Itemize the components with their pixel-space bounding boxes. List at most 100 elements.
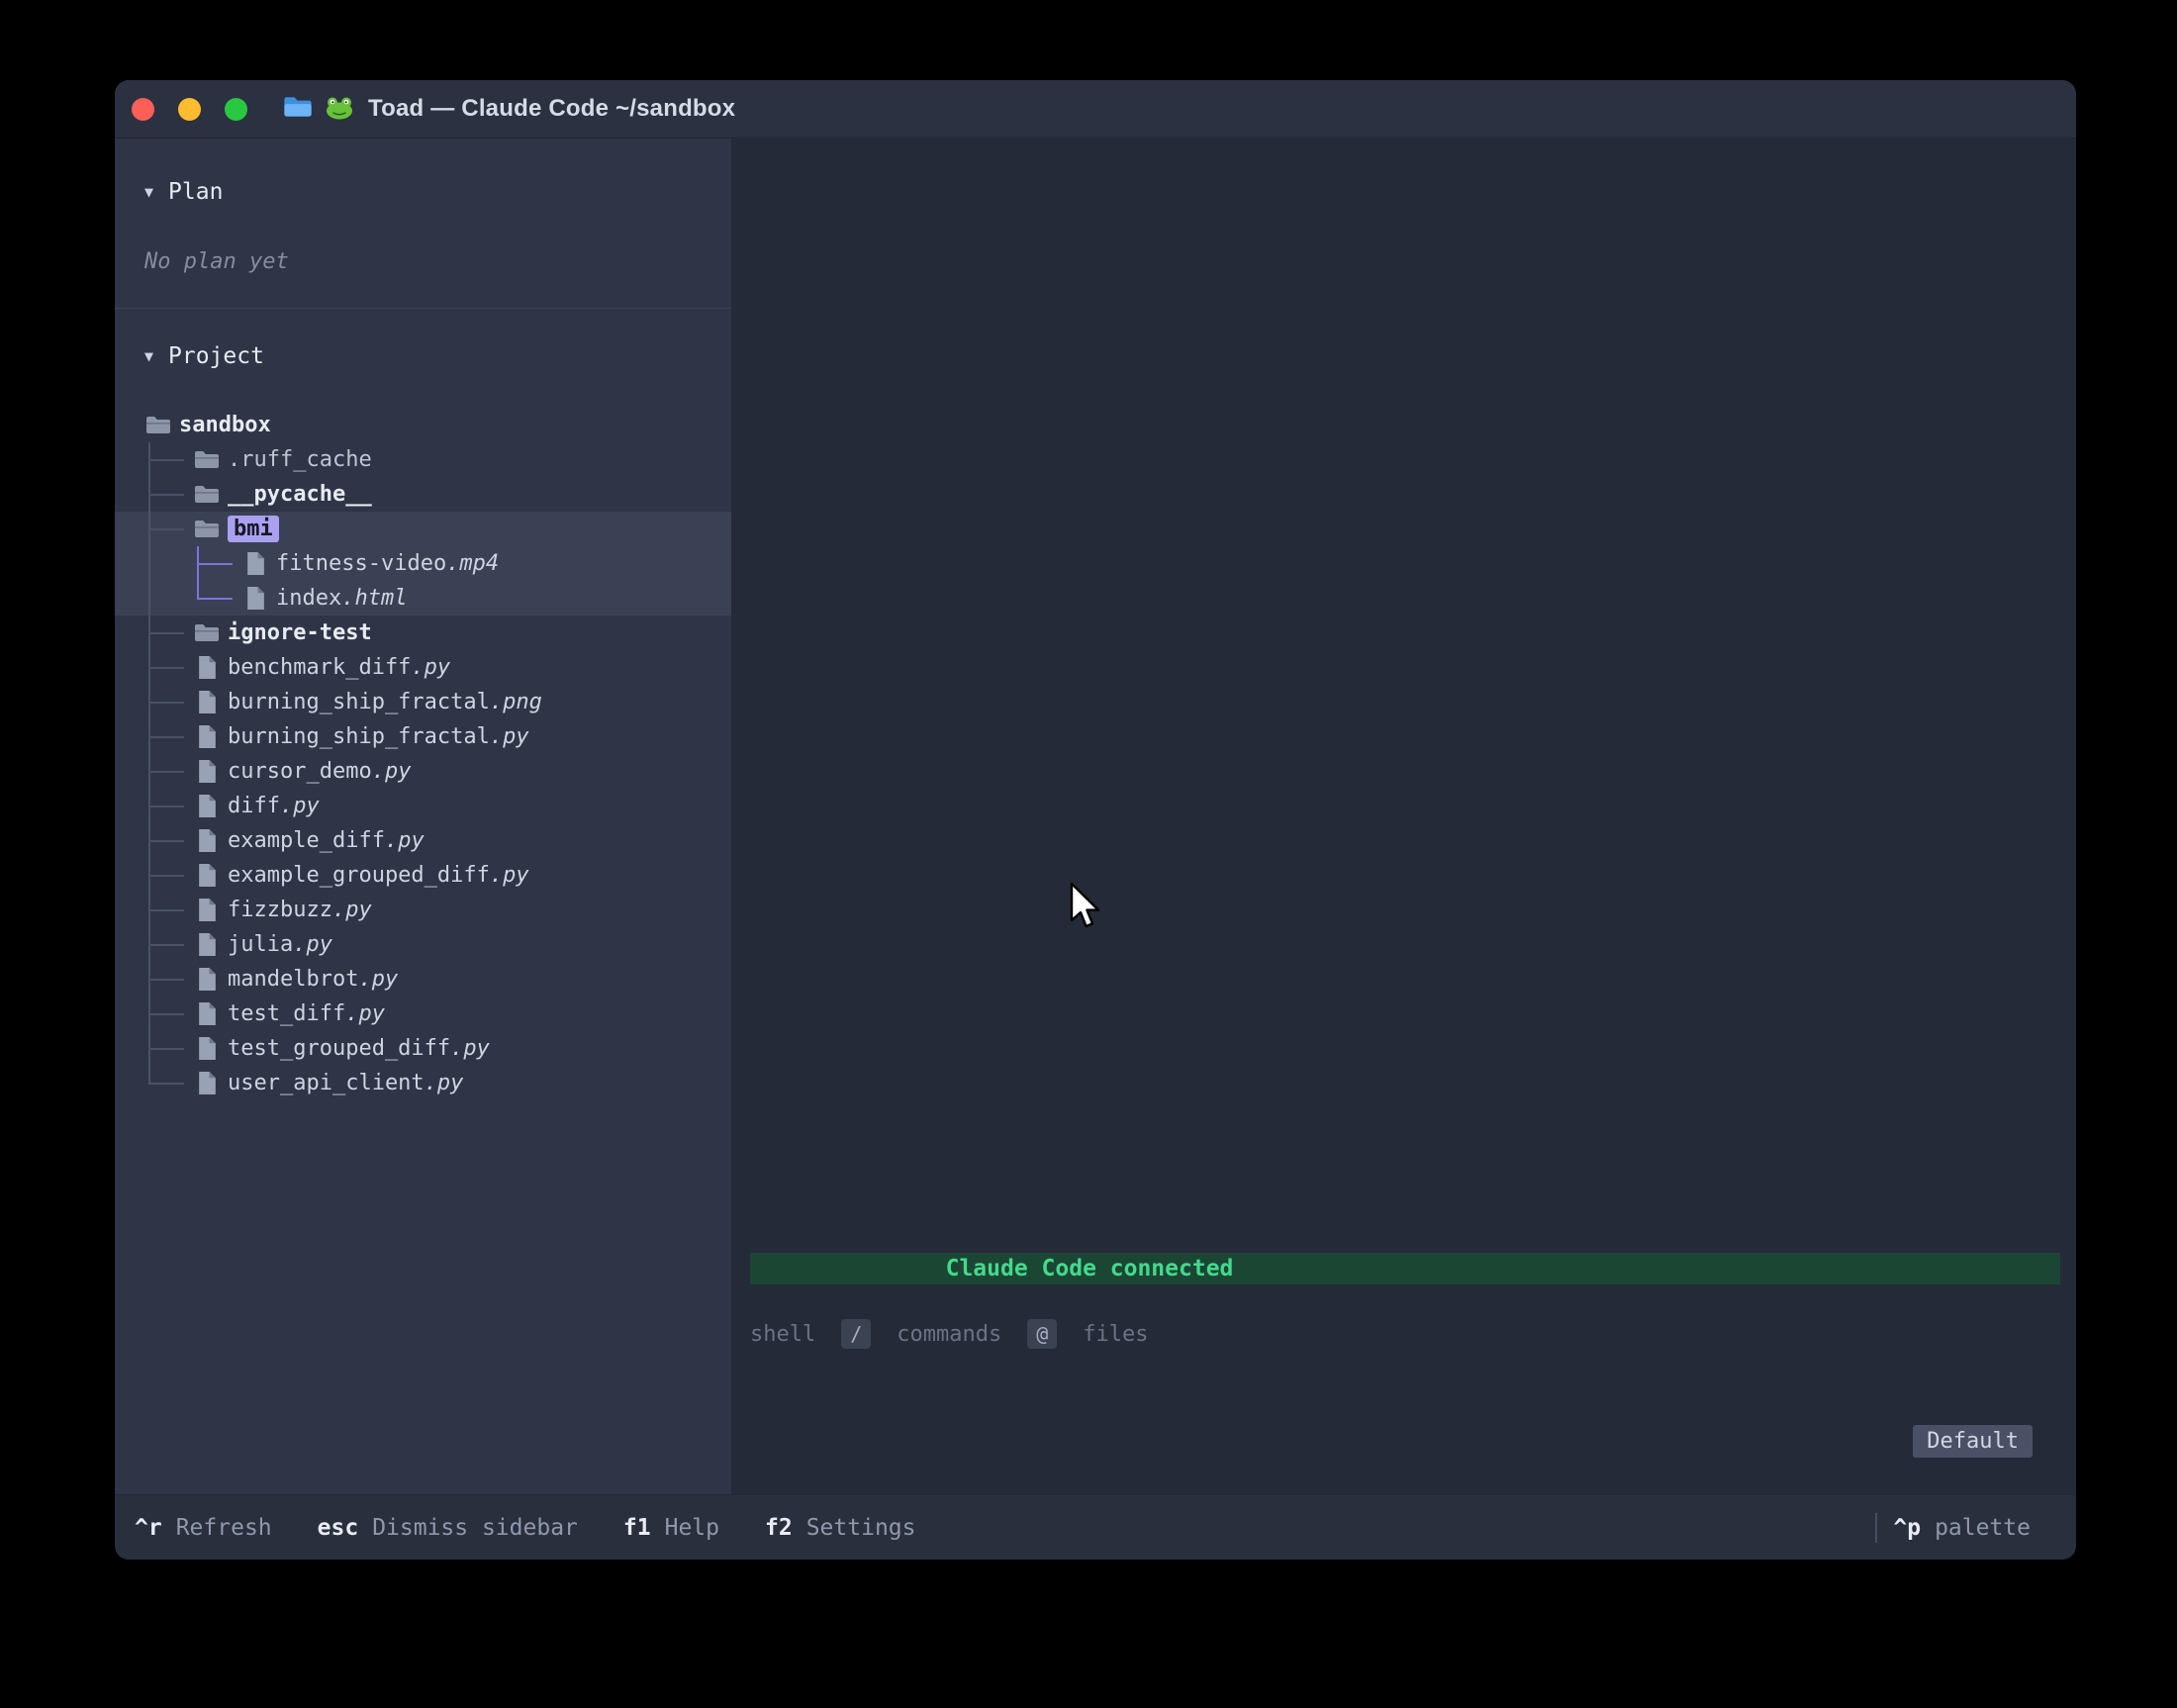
file-extension: .py <box>358 967 398 992</box>
file-tree: sandbox .ruff_cache __pycache__bmi fitness-… <box>115 408 731 1100</box>
tree-guide-line <box>145 996 194 1031</box>
shortcut-label: Settings <box>806 1515 916 1541</box>
tree-item-label: burning_ship_fractal.py <box>228 724 529 749</box>
tree-item-__pycache__[interactable]: __pycache__ <box>115 477 731 512</box>
statusbar-settings[interactable]: f2 Settings <box>765 1515 915 1541</box>
project-section: ▼ Project sandbox.ruff_cache__pycache__b… <box>115 340 731 1100</box>
tree-guide-line <box>145 927 194 962</box>
tree-guide-line <box>145 512 194 546</box>
folder-icon <box>194 519 220 539</box>
shortcut-key: esc <box>318 1515 359 1541</box>
tree-item-label: .ruff_cache <box>228 447 372 472</box>
tree-item-burning_ship_fractal.py[interactable]: burning_ship_fractal.py <box>115 719 731 754</box>
folder-emoji-icon <box>283 95 313 124</box>
tree-item-index.html[interactable]: index.html <box>115 581 731 616</box>
tree-item-label: example_grouped_diff.py <box>228 863 529 888</box>
file-icon <box>194 932 220 957</box>
file-extension: .py <box>280 794 320 818</box>
tree-item-burning_ship_fractal.png[interactable]: burning_ship_fractal.png <box>115 685 731 719</box>
file-extension: .py <box>345 1001 385 1026</box>
statusbar-dismiss-sidebar[interactable]: escDismiss sidebar <box>318 1515 578 1541</box>
hint-commands: commands <box>897 1322 1001 1347</box>
tree-item-example_grouped_diff.py[interactable]: example_grouped_diff.py <box>115 858 731 893</box>
connection-notice: Claude Code connected <box>750 1253 2060 1284</box>
tree-guide-line <box>145 823 194 858</box>
shortcut-key: ^r <box>135 1515 162 1541</box>
tree-item-label: fizzbuzz.py <box>228 898 372 922</box>
statusbar-help[interactable]: f1Help <box>623 1515 719 1541</box>
folder-icon <box>194 484 220 505</box>
mode-badge[interactable]: Default <box>1913 1425 2033 1458</box>
tree-item-test_grouped_diff.py[interactable]: test_grouped_diff.py <box>115 1031 731 1066</box>
main-area: Claude Code connected shell/commands@fil… <box>731 139 2076 1494</box>
desktop: { "window": { "title": "Toad — Claude Co… <box>0 0 2177 1708</box>
tree-item-fizzbuzz.py[interactable]: fizzbuzz.py <box>115 893 731 927</box>
plan-empty-text: No plan yet <box>115 249 731 274</box>
shortcut-key: f1 <box>623 1515 651 1541</box>
frog-emoji-icon <box>325 95 354 124</box>
file-extension: .py <box>450 1036 490 1061</box>
tree-guide-line <box>194 581 242 616</box>
tree-item-label: benchmark_diff.py <box>228 655 450 680</box>
statusbar-refresh[interactable]: ^rRefresh <box>135 1515 272 1541</box>
traffic-lights <box>132 98 247 121</box>
tree-item-label: ignore-test <box>228 620 372 645</box>
plan-section: ▼ Plan No plan yet <box>115 139 731 274</box>
tree-item-ignore-test[interactable]: ignore-test <box>115 616 731 650</box>
plan-section-header[interactable]: ▼ Plan <box>115 176 731 208</box>
tree-item-sandbox[interactable]: sandbox <box>115 408 731 442</box>
plan-header-label: Plan <box>168 179 223 205</box>
tree-item-mandelbrot.py[interactable]: mandelbrot.py <box>115 962 731 996</box>
tree-item-label: cursor_demo.py <box>228 759 411 784</box>
tree-guide-line <box>145 1031 194 1066</box>
app-window: Toad — Claude Code ~/sandbox ▼ Plan No p… <box>115 80 2076 1560</box>
tree-item-bmi[interactable]: bmi <box>115 512 731 546</box>
tree-item-cursor_demo.py[interactable]: cursor_demo.py <box>115 754 731 789</box>
file-icon <box>194 794 220 818</box>
tree-guide-line <box>145 477 194 512</box>
statusbar-palette[interactable]: ^p palette <box>1893 1515 2031 1541</box>
project-section-header[interactable]: ▼ Project <box>115 340 731 372</box>
file-extension: .py <box>490 863 529 888</box>
tree-item-label: user_api_client.py <box>228 1071 463 1095</box>
file-extension: .mp4 <box>446 551 499 576</box>
tree-item-fitness-video.mp4[interactable]: fitness-video.mp4 <box>115 546 731 581</box>
tree-item-label: test_diff.py <box>228 1001 385 1026</box>
tree-item-example_diff.py[interactable]: example_diff.py <box>115 823 731 858</box>
file-extension: .py <box>332 898 372 922</box>
close-button[interactable] <box>132 98 154 121</box>
tree-item-benchmark_diff.py[interactable]: benchmark_diff.py <box>115 650 731 685</box>
tree-item-diff.py[interactable]: diff.py <box>115 789 731 823</box>
file-extension: .png <box>490 690 542 714</box>
file-icon <box>194 863 220 888</box>
tree-item-user_api_client.py[interactable]: user_api_client.py <box>115 1066 731 1100</box>
folder-icon <box>194 449 220 470</box>
tree-item-label: mandelbrot.py <box>228 967 398 992</box>
tree-item-label: burning_ship_fractal.png <box>228 690 542 714</box>
file-extension: .py <box>385 828 425 853</box>
tree-guide-line <box>145 616 194 650</box>
folder-icon <box>145 415 171 435</box>
tree-item-label: example_diff.py <box>228 828 425 853</box>
tree-item-.ruff_cache[interactable]: .ruff_cache <box>115 442 731 477</box>
tree-guide-line <box>145 962 194 996</box>
tree-item-label: julia.py <box>228 932 332 957</box>
file-icon <box>194 724 220 749</box>
tree-guide-line <box>145 685 194 719</box>
tree-item-julia.py[interactable]: julia.py <box>115 927 731 962</box>
statusbar-shortcuts: ^rRefresh escDismiss sidebar f1Help f2 Setti… <box>135 1515 915 1541</box>
tree-item-label: fitness-video.mp4 <box>276 551 499 576</box>
shortcut-key: f2 <box>765 1515 793 1541</box>
tree-item-test_diff.py[interactable]: test_diff.py <box>115 996 731 1031</box>
file-icon <box>194 759 220 784</box>
minimize-button[interactable] <box>178 98 201 121</box>
tree-guide-line <box>145 754 194 789</box>
file-icon <box>194 1036 220 1061</box>
file-icon <box>242 586 268 611</box>
prompt-input[interactable]: shell/commands@files <box>750 1306 2060 1362</box>
tree-guide-line <box>194 546 242 581</box>
tree-guide-line <box>145 893 194 927</box>
tree-guide-line <box>145 1066 194 1100</box>
zoom-button[interactable] <box>225 98 247 121</box>
tree-item-label: diff.py <box>228 794 320 818</box>
